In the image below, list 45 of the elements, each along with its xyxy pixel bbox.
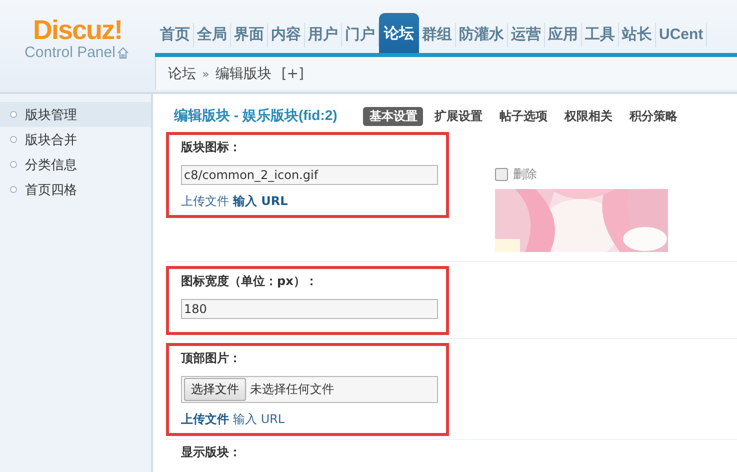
nav-tab[interactable]: 全局	[194, 23, 231, 47]
nav-tab[interactable]: 界面	[231, 23, 268, 47]
settings-tab[interactable]: 权限相关	[558, 106, 618, 126]
nav-tab[interactable]: 站长	[619, 23, 656, 47]
mode-link[interactable]: 输入 URL	[233, 411, 285, 428]
choose-file-button[interactable]: 选择文件	[184, 378, 246, 401]
mode-link[interactable]: 上传文件	[181, 193, 229, 210]
nav-tab[interactable]: 应用	[545, 23, 582, 47]
nav-tab[interactable]: 群组	[419, 23, 456, 47]
sidebar-item[interactable]: 分类信息	[0, 152, 151, 177]
logo-subtitle: Control Panel	[24, 44, 116, 62]
nav-tab[interactable]: 内容	[268, 23, 305, 47]
file-input[interactable]: 选择文件 未选择任何文件	[181, 376, 438, 403]
house-icon[interactable]	[116, 46, 130, 60]
nav-tab[interactable]: 运营	[508, 23, 545, 47]
add-shortcut-link[interactable]: [+]	[281, 66, 304, 82]
settings-tab[interactable]: 积分策略	[623, 106, 684, 126]
checkbox-label[interactable]: 删除	[513, 166, 537, 183]
field-label: 显示版块：	[180, 444, 242, 461]
nav-tab[interactable]: 工具	[582, 23, 619, 47]
sidebar-item[interactable]: 首页四格	[0, 177, 151, 202]
logo: Discuz!	[32, 16, 122, 44]
nav-tab[interactable]: 首页	[157, 23, 194, 47]
field-label: 版块图标：	[181, 139, 242, 156]
page-title: 编辑版块 - 娱乐版块(fid:2)	[174, 107, 338, 125]
text-field[interactable]: 180	[181, 299, 438, 319]
field-label: 图标宽度（单位：px）：	[181, 273, 318, 290]
nav-tab[interactable]: 用户	[305, 23, 342, 47]
sidebar-item[interactable]: 版块管理	[0, 102, 151, 127]
breadcrumb-item[interactable]: 编辑版块	[215, 64, 272, 82]
sidebar-item[interactable]: 版块合并	[0, 127, 151, 152]
nav-tab[interactable]: UCent	[656, 23, 708, 47]
settings-tab[interactable]: 基本设置	[363, 106, 424, 126]
nav-tab[interactable]: 防灌水	[456, 23, 508, 47]
mode-link[interactable]: 输入 URL	[233, 193, 288, 210]
breadcrumb-separator: »	[202, 66, 210, 80]
breadcrumb-item[interactable]: 论坛	[168, 64, 196, 82]
settings-tab[interactable]: 帖子选项	[493, 106, 554, 126]
text-field[interactable]: c8/common_2_icon.gif	[181, 165, 438, 185]
file-status: 未选择任何文件	[250, 381, 334, 398]
nav-tab[interactable]: 论坛	[379, 13, 419, 53]
checkbox[interactable]	[495, 168, 508, 181]
field-label: 顶部图片：	[181, 350, 242, 367]
mode-link[interactable]: 上传文件	[181, 411, 229, 428]
settings-tab[interactable]: 扩展设置	[428, 106, 488, 126]
